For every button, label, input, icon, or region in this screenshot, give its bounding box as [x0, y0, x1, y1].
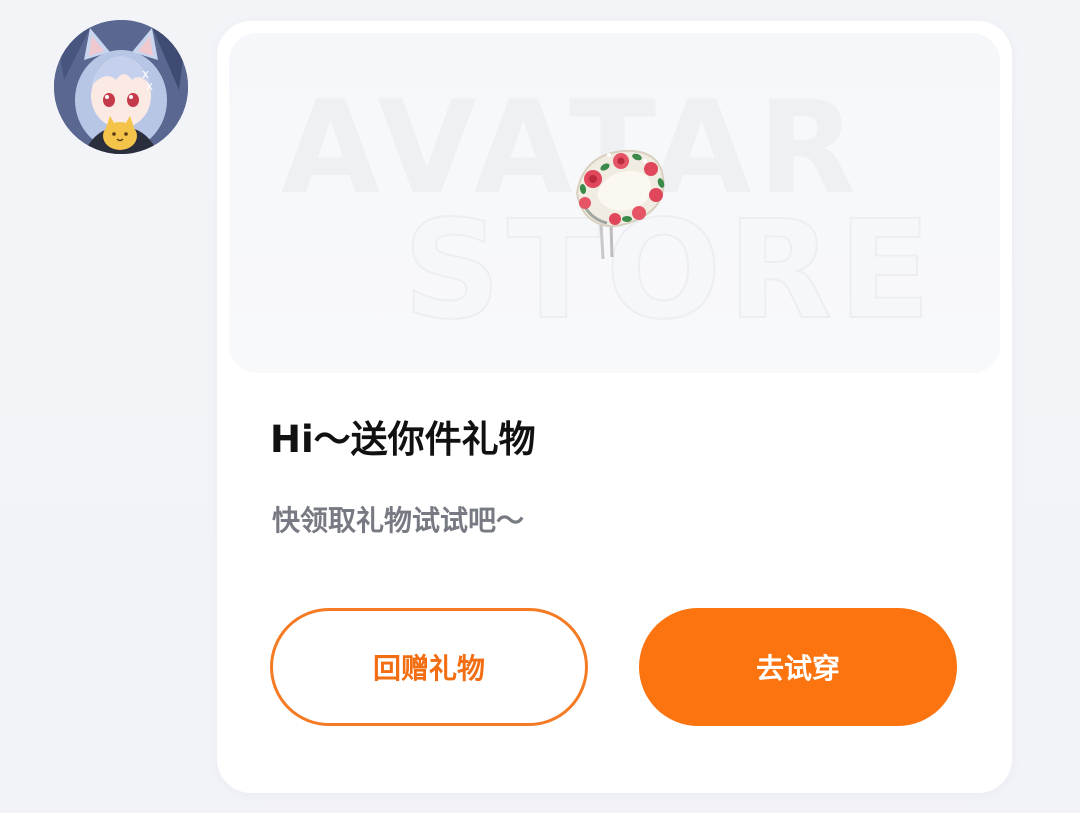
- sender-avatar[interactable]: x x: [54, 20, 188, 154]
- avatar-store-banner: AVATAR STORE: [229, 33, 1000, 373]
- try-on-button[interactable]: 去试穿: [639, 608, 957, 726]
- gift-card: AVATAR STORE Hi～送你件礼物 快领取礼物试试吧～ 回赠礼物 去试穿: [217, 21, 1012, 793]
- chat-page: x x AVATAR STORE Hi～送你件礼物 快领取礼物试试吧～ 回赠礼物…: [0, 0, 1080, 813]
- svg-text:x: x: [146, 79, 153, 93]
- anime-cat-girl-avatar-icon: x x: [54, 20, 188, 154]
- gift-subtitle: 快领取礼物试试吧～: [272, 504, 525, 537]
- gift-title: Hi～送你件礼物: [270, 418, 536, 461]
- floral-headband-icon: [575, 149, 665, 260]
- return-gift-button[interactable]: 回赠礼物: [270, 608, 588, 726]
